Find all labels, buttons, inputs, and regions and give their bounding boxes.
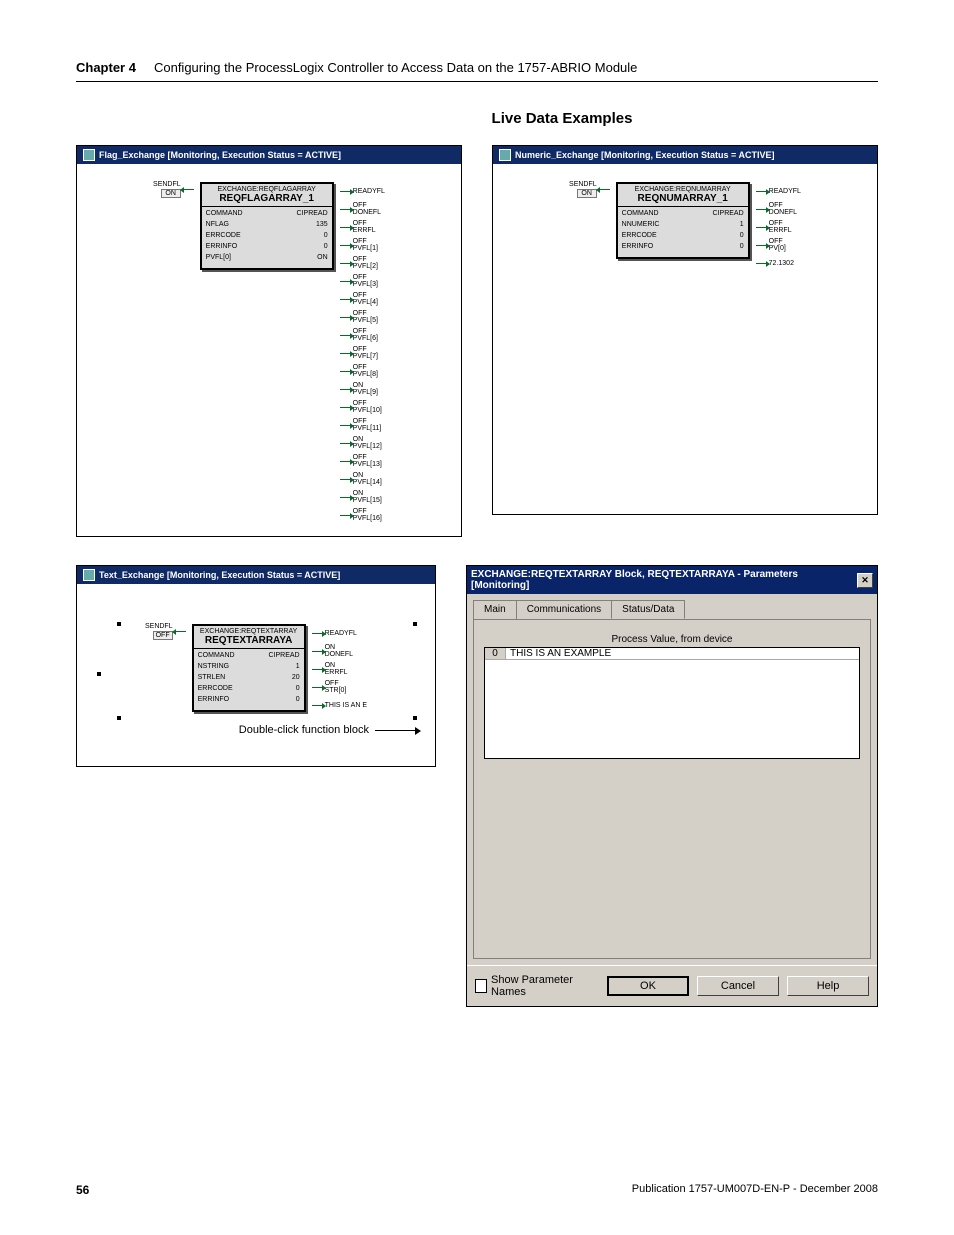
arrow-right-icon — [375, 730, 415, 731]
out-port: OFFDONEFL — [756, 200, 801, 218]
flag-in-port: SENDFL ON — [153, 182, 194, 197]
out-port: OFFPVFL[3] — [340, 272, 385, 290]
section-title: Live Data Examples — [246, 110, 878, 127]
ok-button[interactable]: OK — [607, 976, 689, 996]
show-parameter-names-checkbox[interactable]: Show Parameter Names — [475, 974, 591, 998]
flag-exchange-window: Flag_Exchange [Monitoring, Execution Sta… — [76, 145, 462, 537]
numeric-window-title: Numeric_Exchange [Monitoring, Execution … — [515, 150, 774, 160]
out-port: OFFPVFL[6] — [340, 326, 385, 344]
out-port: THIS IS AN E — [312, 696, 367, 714]
show-parameter-names-label: Show Parameter Names — [491, 974, 591, 998]
text-window-titlebar[interactable]: Text_Exchange [Monitoring, Execution Sta… — [77, 566, 435, 584]
text-exchange-window: Text_Exchange [Monitoring, Execution Sta… — [76, 565, 436, 767]
block-row: NFLAG135 — [206, 221, 328, 232]
out-port: ONPVFL[15] — [340, 488, 385, 506]
out-port: OFFPVFL[1] — [340, 236, 385, 254]
window-icon — [83, 569, 95, 581]
block-row: NNUMERIC1 — [622, 221, 744, 232]
out-port: READYFL — [340, 182, 385, 200]
text-window-title: Text_Exchange [Monitoring, Execution Sta… — [99, 570, 340, 580]
cancel-button[interactable]: Cancel — [697, 976, 779, 996]
chapter-label: Chapter 4 — [76, 60, 136, 75]
out-port: OFFPVFL[13] — [340, 452, 385, 470]
dialog-tabs: MainCommunicationsStatus/Data — [467, 594, 877, 619]
process-value-grid[interactable]: 0THIS IS AN EXAMPLE — [484, 647, 860, 759]
checkbox-icon[interactable] — [475, 979, 487, 993]
numeric-in-port: SENDFL ON — [569, 182, 610, 197]
out-port: ONERRFL — [312, 660, 367, 678]
text-in-port: SENDFL OFF — [145, 624, 186, 639]
out-port: OFFPVFL[11] — [340, 416, 385, 434]
tab-pane-status-data: Process Value, from device 0THIS IS AN E… — [473, 619, 871, 959]
tab-status-data[interactable]: Status/Data — [611, 600, 685, 619]
block-row: ERRINFO0 — [206, 243, 328, 254]
out-port: READYFL — [756, 182, 801, 200]
flag-block-name: REQFLAGARRAY_1 — [206, 193, 328, 204]
window-icon — [83, 149, 95, 161]
text-block-name: REQTEXTARRAYA — [198, 635, 300, 646]
publication-info: Publication 1757-UM007D-EN-P - December … — [632, 1183, 878, 1197]
text-block-type: EXCHANGE:REQTEXTARRAY — [198, 628, 300, 635]
out-port: OFFDONEFL — [340, 200, 385, 218]
out-port: OFFPV[0] — [756, 236, 801, 254]
process-value-label: Process Value, from device — [484, 634, 860, 645]
dialog-title: EXCHANGE:REQTEXTARRAY Block, REQTEXTARRA… — [471, 569, 857, 591]
flag-function-block[interactable]: EXCHANGE:REQFLAGARRAY REQFLAGARRAY_1 COM… — [200, 182, 334, 270]
dialog-titlebar[interactable]: EXCHANGE:REQTEXTARRAY Block, REQTEXTARRA… — [467, 566, 877, 594]
page-number: 56 — [76, 1183, 89, 1197]
out-port: OFFPVFL[5] — [340, 308, 385, 326]
block-row: STRLEN20 — [198, 674, 300, 685]
help-button[interactable]: Help — [787, 976, 869, 996]
out-port: OFFPVFL[10] — [340, 398, 385, 416]
page-footer: 56 Publication 1757-UM007D-EN-P - Decemb… — [76, 1183, 878, 1197]
out-port: 72.1302 — [756, 254, 801, 272]
out-port: OFFERRFL — [340, 218, 385, 236]
close-icon[interactable]: ✕ — [857, 573, 873, 588]
numeric-function-block[interactable]: EXCHANGE:REQNUMARRAY REQNUMARRAY_1 COMMA… — [616, 182, 750, 259]
numeric-block-type: EXCHANGE:REQNUMARRAY — [622, 186, 744, 193]
out-port: OFFPVFL[2] — [340, 254, 385, 272]
parameters-dialog: EXCHANGE:REQTEXTARRAY Block, REQTEXTARRA… — [466, 565, 878, 1007]
block-row: NSTRING1 — [198, 663, 300, 674]
out-port: ONDONEFL — [312, 642, 367, 660]
out-port: ONPVFL[14] — [340, 470, 385, 488]
flag-block-type: EXCHANGE:REQFLAGARRAY — [206, 186, 328, 193]
tab-communications[interactable]: Communications — [516, 600, 612, 619]
tab-main[interactable]: Main — [473, 600, 517, 619]
numeric-block-name: REQNUMARRAY_1 — [622, 193, 744, 204]
out-port: ONPVFL[12] — [340, 434, 385, 452]
flag-window-title: Flag_Exchange [Monitoring, Execution Sta… — [99, 150, 341, 160]
block-row: COMMANDCIPREAD — [622, 210, 744, 221]
table-row[interactable]: 0THIS IS AN EXAMPLE — [485, 648, 859, 660]
out-port: ONPVFL[9] — [340, 380, 385, 398]
out-port: OFFSTR[0] — [312, 678, 367, 696]
text-function-block[interactable]: EXCHANGE:REQTEXTARRAY REQTEXTARRAYA COMM… — [192, 624, 306, 712]
out-port: OFFPVFL[4] — [340, 290, 385, 308]
out-port: OFFPVFL[8] — [340, 362, 385, 380]
out-port: OFFERRFL — [756, 218, 801, 236]
block-row: ERRINFO0 — [622, 243, 744, 254]
numeric-exchange-window: Numeric_Exchange [Monitoring, Execution … — [492, 145, 878, 515]
page-header: Chapter 4 Configuring the ProcessLogix C… — [76, 60, 878, 82]
window-icon — [499, 149, 511, 161]
block-row: ERRINFO0 — [198, 696, 300, 707]
block-row: ERRCODE0 — [198, 685, 300, 696]
chapter-title: Configuring the ProcessLogix Controller … — [154, 60, 637, 75]
double-click-hint: Double-click function block — [87, 724, 425, 736]
out-port: OFFPVFL[7] — [340, 344, 385, 362]
out-port: OFFPVFL[16] — [340, 506, 385, 524]
block-row: COMMANDCIPREAD — [206, 210, 328, 221]
out-port: READYFL — [312, 624, 367, 642]
flag-window-titlebar[interactable]: Flag_Exchange [Monitoring, Execution Sta… — [77, 146, 461, 164]
numeric-window-titlebar[interactable]: Numeric_Exchange [Monitoring, Execution … — [493, 146, 877, 164]
block-row: ERRCODE0 — [622, 232, 744, 243]
block-row: COMMANDCIPREAD — [198, 652, 300, 663]
block-row: PVFL[0]ON — [206, 254, 328, 265]
block-row: ERRCODE0 — [206, 232, 328, 243]
